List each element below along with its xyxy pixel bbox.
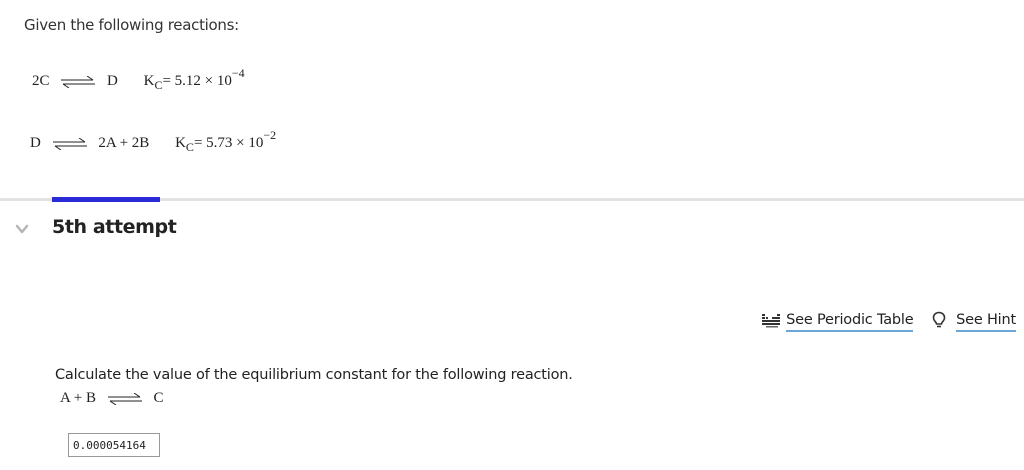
see-hint-link[interactable]: See Hint (956, 312, 1016, 332)
k-exponent: −2 (263, 128, 277, 142)
reaction-2: D 2A + 2B KC= 5.73 × 10−2 (30, 128, 276, 154)
reaction-2-left: D (30, 135, 41, 151)
question-reaction-right: C (153, 390, 164, 406)
reaction-1: 2C D KC= 5.12 × 10−4 (32, 66, 245, 92)
reaction-2-right: 2A + 2B (98, 135, 150, 151)
k-subscript: C (185, 140, 194, 154)
question-reaction: A + B C (60, 390, 164, 407)
k-value: = 5.73 × 10 (193, 135, 264, 151)
question-prompt: Calculate the value of the equilibrium c… (55, 367, 573, 383)
see-periodic-table-link[interactable]: See Periodic Table (786, 312, 914, 332)
answer-input[interactable]: 0.000054164 (68, 433, 160, 457)
reaction-1-right: D (107, 73, 118, 89)
k-subscript: C (154, 78, 163, 92)
attempt-label[interactable]: 5th attempt (52, 216, 177, 238)
k-label: K (175, 135, 186, 151)
chevron-down-icon[interactable] (14, 222, 30, 236)
lightbulb-icon (932, 311, 946, 327)
k-exponent: −4 (231, 66, 245, 80)
reaction-1-left: 2C (32, 73, 50, 89)
attempt-tab-indicator (52, 197, 160, 202)
k-label: K (143, 73, 155, 89)
reaction-2-k: KC= 5.73 × 10−2 (175, 128, 276, 154)
equilibrium-arrows-icon (61, 75, 96, 88)
periodic-table-icon (762, 313, 780, 327)
equilibrium-arrows-icon (107, 392, 142, 405)
hint-link-wrap[interactable]: See Hint (931, 309, 1016, 332)
equilibrium-arrows-icon (52, 137, 87, 150)
reaction-1-k: KC= 5.12 × 10−4 (143, 66, 245, 92)
question-reaction-left: A + B (60, 390, 96, 406)
periodic-table-link-wrap[interactable]: See Periodic Table (761, 309, 914, 332)
intro-text: Given the following reactions: (24, 16, 239, 34)
k-value: = 5.12 × 10 (162, 73, 232, 89)
